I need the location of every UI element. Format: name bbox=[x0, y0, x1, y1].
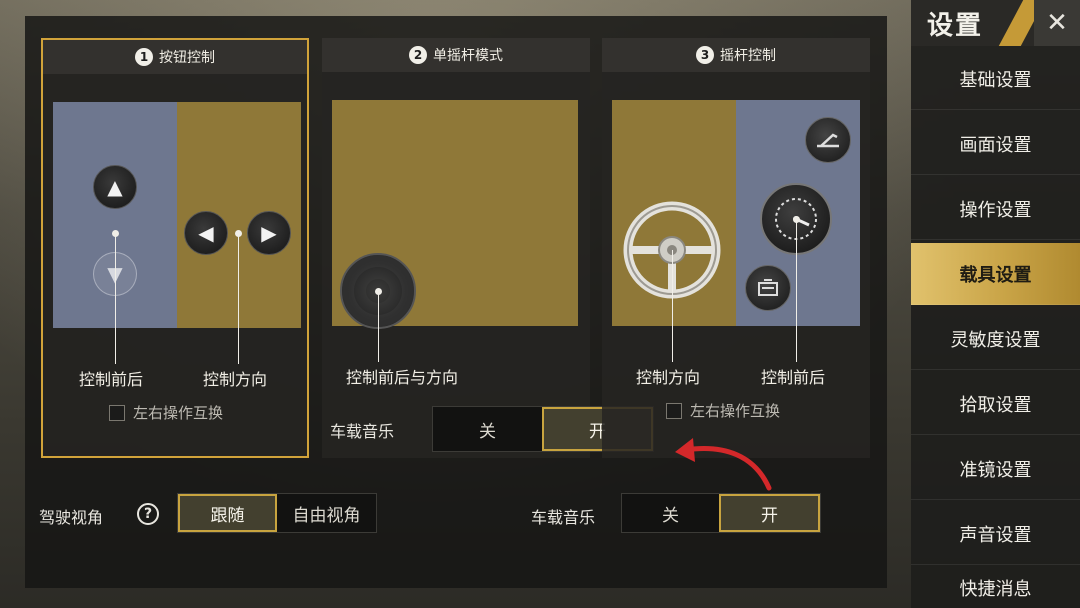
sidebar-item-controls[interactable]: 操作设置 bbox=[911, 178, 1080, 240]
driving-view-toggle[interactable]: 跟随 自由视角 bbox=[177, 493, 377, 533]
mode-title: 单摇杆模式 bbox=[433, 48, 503, 64]
checkbox-box bbox=[666, 402, 682, 419]
forward-back-label: 控制前后 bbox=[761, 368, 826, 387]
close-icon[interactable]: ✕ bbox=[1034, 0, 1080, 46]
settings-title: 设置 bbox=[927, 10, 984, 41]
checkbox-label: 左右操作互换 bbox=[133, 404, 224, 422]
swap-controls-checkbox[interactable]: 左右操作互换 bbox=[109, 402, 223, 423]
vehicle-settings-panel: 1 按钮控制 ▲ ▼ ◀ ▶ 控制前后 控制方向 左右操作互换 2 单摇杆模式 … bbox=[25, 16, 887, 588]
card-header: 3 摇杆控制 bbox=[602, 38, 870, 72]
sidebar-item-scope[interactable]: 准镜设置 bbox=[911, 438, 1080, 500]
pointer-line bbox=[796, 220, 797, 362]
music-off-option[interactable]: 关 bbox=[433, 407, 542, 451]
left-arrow-icon: ◀ bbox=[184, 211, 228, 255]
checkbox-label: 左右操作互换 bbox=[690, 402, 781, 420]
swap-controls-checkbox[interactable]: 左右操作互换 bbox=[666, 400, 780, 421]
pointer-line bbox=[238, 234, 239, 364]
mode-number: 1 bbox=[135, 48, 153, 66]
settings-sidebar: 设置 ✕ 基础设置 画面设置 操作设置 载具设置 灵敏度设置 拾取设置 准镜设置… bbox=[911, 0, 1080, 608]
view-free-option[interactable]: 自由视角 bbox=[277, 494, 376, 532]
mode-number: 2 bbox=[409, 46, 427, 64]
mode-title: 摇杆控制 bbox=[720, 48, 776, 64]
horn-icon bbox=[745, 265, 791, 311]
mode-card-button-control[interactable]: 1 按钮控制 ▲ ▼ ◀ ▶ 控制前后 控制方向 左右操作互换 bbox=[41, 38, 309, 458]
sidebar-item-quick-messages[interactable]: 快捷消息 bbox=[911, 568, 1080, 608]
sidebar-item-graphics[interactable]: 画面设置 bbox=[911, 113, 1080, 175]
driving-view-label: 驾驶视角 bbox=[39, 508, 104, 527]
mode-title: 按钮控制 bbox=[159, 50, 215, 66]
handbrake-icon bbox=[805, 117, 851, 163]
direction-label: 控制方向 bbox=[203, 370, 268, 389]
pointer-line bbox=[672, 250, 673, 362]
up-arrow-icon: ▲ bbox=[93, 165, 137, 209]
forward-back-label: 控制前后 bbox=[79, 370, 144, 389]
annotation-arrow bbox=[675, 438, 772, 491]
checkbox-box bbox=[109, 404, 125, 421]
sidebar-header: 设置 ✕ bbox=[911, 0, 1080, 46]
sidebar-item-pickup[interactable]: 拾取设置 bbox=[911, 373, 1080, 435]
car-music-label: 车载音乐 bbox=[330, 422, 395, 441]
help-icon[interactable]: ? bbox=[137, 503, 159, 525]
card-header: 2 单摇杆模式 bbox=[322, 38, 590, 72]
mode-card-joystick-control[interactable]: 3 摇杆控制 控制方向 控制前后 左右操作互换 bbox=[602, 38, 870, 458]
sidebar-item-audio[interactable]: 声音设置 bbox=[911, 503, 1080, 565]
card-header: 1 按钮控制 bbox=[43, 40, 307, 74]
mode-card-single-joystick[interactable]: 2 单摇杆模式 控制前后与方向 车载音乐 关 开 bbox=[322, 38, 654, 458]
car-music-label: 车载音乐 bbox=[531, 508, 596, 527]
sidebar-item-basic[interactable]: 基础设置 bbox=[911, 48, 1080, 110]
forward-back-direction-label: 控制前后与方向 bbox=[346, 368, 459, 387]
sidebar-item-vehicle[interactable]: 载具设置 bbox=[911, 243, 1080, 305]
sidebar-item-sensitivity[interactable]: 灵敏度设置 bbox=[911, 308, 1080, 370]
view-follow-option[interactable]: 跟随 bbox=[178, 494, 278, 532]
pointer-line bbox=[115, 234, 116, 364]
mode-number: 3 bbox=[696, 46, 714, 64]
direction-label: 控制方向 bbox=[636, 368, 701, 387]
pointer-line bbox=[378, 292, 379, 362]
right-arrow-icon: ▶ bbox=[247, 211, 291, 255]
